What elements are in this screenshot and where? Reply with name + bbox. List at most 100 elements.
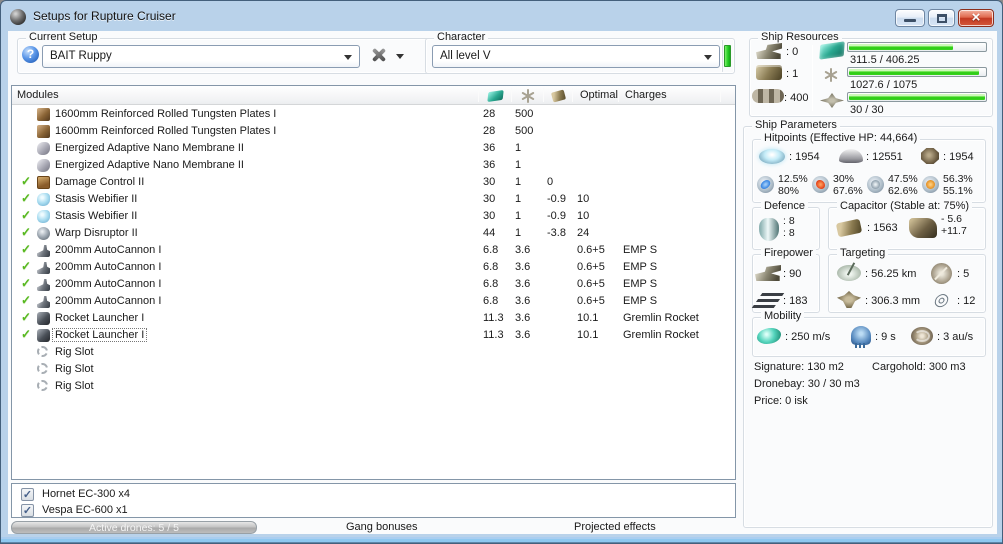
- active-check-icon: ✓: [21, 327, 32, 341]
- module-charge: Gremlin Rocket: [623, 312, 699, 324]
- module-row[interactable]: Rig Slot: [12, 361, 735, 378]
- module-row[interactable]: ✓ Warp Disruptor II 44 1 -3.8 24: [12, 225, 735, 242]
- ship-resources-label: Ship Resources: [758, 31, 842, 43]
- module-powergrid: 1: [515, 159, 522, 171]
- module-row[interactable]: ✓ 200mm AutoCannon I 6.8 3.6 0.6+5 EMP S: [12, 259, 735, 276]
- module-name: Rig Slot: [55, 380, 94, 392]
- capacitor-recharge-values: - 5.6 +11.7: [941, 213, 967, 237]
- autocannon-icon: [37, 296, 50, 308]
- module-charge: EMP S: [623, 261, 658, 273]
- drone-checkbox[interactable]: ✓: [21, 488, 34, 501]
- module-cpu: 30: [483, 193, 496, 205]
- dronebay-stat: Dronebay: 30 / 30 m3: [754, 378, 860, 390]
- explosive-resist-values: 56.3% 55.1%: [943, 173, 973, 197]
- capacitor-group: Capacitor (Stable at: 75%) : 1563 - 5.6 +…: [828, 200, 986, 250]
- capacitor-column-icon[interactable]: [550, 89, 567, 103]
- armor-icon: [839, 149, 863, 163]
- module-row[interactable]: ✓ 200mm AutoCannon I 6.8 3.6 0.6+5 EMP S: [12, 242, 735, 259]
- setup-tools-icon[interactable]: [368, 47, 388, 63]
- module-name: Rocket Launcher I: [55, 312, 145, 324]
- scan-resolution-icon: [837, 291, 861, 308]
- max-velocity-value: : 250 m/s: [785, 331, 831, 343]
- module-name: Energized Adaptive Nano Membrane II: [55, 142, 244, 154]
- module-row[interactable]: ✓ Rocket Launcher I 11.3 3.6 10.1 Gremlin Roc…: [12, 310, 735, 327]
- max-targets-icon: [931, 263, 952, 284]
- targeting-group: Targeting : 56.25 km : 5 : 306.3 mm ◎ : …: [828, 247, 986, 313]
- rig-slot-icon: [37, 380, 48, 391]
- window-title: Setups for Rupture Cruiser: [33, 9, 176, 23]
- drone-label: Hornet EC-300 x4: [42, 488, 131, 500]
- module-row[interactable]: Energized Adaptive Nano Membrane II 36 1: [12, 140, 735, 157]
- setup-tools-dropdown-icon[interactable]: [396, 54, 404, 59]
- module-optimal: 10: [577, 193, 590, 205]
- capacitor-label: Capacitor (Stable at: 75%): [837, 200, 973, 212]
- active-drones-bar[interactable]: Active drones: 5 / 5: [11, 521, 257, 534]
- em-resist-values: 12.5% 80%: [778, 173, 808, 197]
- nano-membrane-icon: [37, 159, 50, 172]
- resist-cell-kinetic: 47.5% 62.6%: [867, 172, 921, 200]
- module-row[interactable]: Energized Adaptive Nano Membrane II 36 1: [12, 157, 735, 174]
- thermal-resist-values: 30% 67.6%: [833, 173, 863, 197]
- module-powergrid: 3.6: [515, 295, 531, 307]
- hitpoints-label: Hitpoints (Effective HP: 44,664): [761, 132, 921, 144]
- sensor-strength-value: : 12: [957, 295, 976, 307]
- powergrid-column-icon[interactable]: [521, 89, 535, 103]
- structure-icon: [921, 148, 939, 164]
- titlebar[interactable]: Setups for Rupture Cruiser ×: [1, 1, 1002, 31]
- help-icon[interactable]: ?: [22, 46, 39, 63]
- projected-effects-header[interactable]: Projected effects: [574, 521, 656, 533]
- warp-speed-icon: [911, 327, 933, 345]
- mobility-label: Mobility: [761, 310, 805, 322]
- module-optimal: 10: [577, 210, 590, 222]
- powergrid-value: 1027.6 / 1075: [850, 79, 918, 91]
- minimize-button[interactable]: [895, 9, 925, 27]
- thermal-resist-icon: [812, 176, 829, 193]
- module-row[interactable]: ✓ Rocket Launcher I 11.3 3.6 10.1 Gremlin Roc…: [12, 327, 735, 344]
- column-optimal[interactable]: Optimal: [580, 89, 618, 101]
- window-buttons: ×: [895, 9, 994, 27]
- module-name: Rocket Launcher I: [51, 328, 148, 342]
- module-row[interactable]: ✓ Damage Control II 30 1 0: [12, 174, 735, 191]
- module-powergrid: 1: [515, 210, 522, 222]
- powergrid-bar: [847, 67, 987, 77]
- module-cpu: 44: [483, 227, 496, 239]
- module-row[interactable]: Rig Slot: [12, 378, 735, 395]
- module-name: Rig Slot: [55, 363, 94, 375]
- gang-bonuses-header[interactable]: Gang bonuses: [346, 521, 418, 533]
- module-row[interactable]: 1600mm Reinforced Rolled Tungsten Plates…: [12, 106, 735, 123]
- module-row[interactable]: ✓ 200mm AutoCannon I 6.8 3.6 0.6+5 EMP S: [12, 276, 735, 293]
- module-row[interactable]: Rig Slot: [12, 344, 735, 361]
- module-row[interactable]: ✓ Stasis Webifier II 30 1 -0.9 10: [12, 191, 735, 208]
- capacitor-amount: : 1563: [867, 222, 898, 234]
- powergrid-icon: [824, 68, 838, 82]
- module-optimal: 10.1: [577, 312, 599, 324]
- module-optimal: 0.6+5: [577, 244, 605, 256]
- cpu-bar: [847, 42, 987, 52]
- active-check-icon: ✓: [21, 310, 32, 324]
- drone-checkbox[interactable]: ✓: [21, 504, 34, 517]
- column-modules[interactable]: Modules: [17, 89, 59, 101]
- character-combobox[interactable]: All level V: [432, 45, 720, 68]
- cpu-column-icon[interactable]: [487, 90, 504, 102]
- ship-parameters-label: Ship Parameters: [752, 119, 840, 131]
- maximize-button[interactable]: [928, 9, 955, 27]
- module-row[interactable]: ✓ 200mm AutoCannon I 6.8 3.6 0.6+5 EMP S: [12, 293, 735, 310]
- active-check-icon: ✓: [21, 293, 32, 307]
- autocannon-icon: [37, 245, 50, 257]
- dronebay-icon: [820, 93, 844, 108]
- module-cpu: 30: [483, 210, 496, 222]
- mobility-group: Mobility : 250 m/s : 9 s : 3 au/s: [752, 310, 986, 357]
- module-cpu: 11.3: [483, 312, 504, 324]
- dronebay-value: 30 / 30: [850, 104, 884, 116]
- setup-combobox[interactable]: BAIT Ruppy: [42, 45, 360, 68]
- module-row[interactable]: 1600mm Reinforced Rolled Tungsten Plates…: [12, 123, 735, 140]
- close-button[interactable]: ×: [958, 9, 994, 27]
- stasis-web-icon: [37, 193, 50, 206]
- resist-cell-em: 12.5% 80%: [757, 172, 811, 200]
- firepower-label: Firepower: [761, 247, 816, 259]
- module-cap-use: -0.9: [547, 193, 566, 205]
- module-row[interactable]: ✓ Stasis Webifier II 30 1 -0.9 10: [12, 208, 735, 225]
- missile-dps-value: : 183: [783, 295, 808, 307]
- kinetic-resist-icon: [867, 176, 884, 193]
- column-charges[interactable]: Charges: [625, 89, 667, 101]
